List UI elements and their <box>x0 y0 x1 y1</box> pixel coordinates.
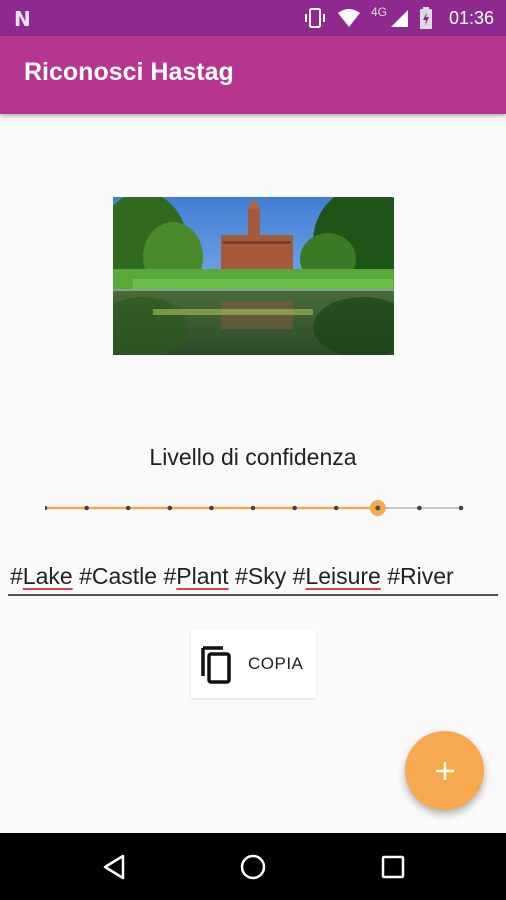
n-logo-icon: N <box>14 7 31 31</box>
home-icon <box>240 854 266 879</box>
hashtag-word: Sky <box>247 563 287 589</box>
vibrate-icon <box>304 8 325 28</box>
hashtag-word: Plant <box>176 563 229 589</box>
recents-button[interactable] <box>363 833 423 900</box>
slider-tick <box>167 505 173 511</box>
slider-tick <box>292 505 297 511</box>
hashtags-input[interactable]: #Lake #Castle #Plant #Sky #Leisure #Rive… <box>8 558 498 596</box>
back-button[interactable] <box>84 833 144 900</box>
status-time: 01:36 <box>448 7 494 28</box>
add-button[interactable] <box>405 731 484 810</box>
navigation-bar <box>0 833 506 900</box>
status-bar: N 4G 01:36 <box>0 0 506 36</box>
status-icons: 4G 01:36 <box>303 0 494 36</box>
plus-icon <box>435 761 454 780</box>
slider-tick <box>333 505 339 511</box>
slider-thumb-dot <box>375 505 381 511</box>
app-bar: Riconosci Hastag <box>0 36 506 114</box>
slider-tick <box>45 505 48 511</box>
back-icon <box>103 854 125 879</box>
castle-lake-photo <box>113 197 394 355</box>
app-title: Riconosci Hastag <box>24 58 234 86</box>
slider-tick <box>458 505 464 511</box>
copy-button-label: COPIA <box>248 654 304 673</box>
slider-tick <box>209 505 214 511</box>
copy-icon <box>201 646 231 684</box>
recents-icon <box>381 855 405 878</box>
network-type: 4G <box>370 5 387 19</box>
hashtag-word: River <box>400 563 454 589</box>
home-button[interactable] <box>223 833 283 900</box>
confidence-slider[interactable] <box>45 497 465 519</box>
copy-button[interactable]: COPIA <box>191 630 316 698</box>
slider-tick <box>84 505 89 511</box>
hashtag-word: Leisure <box>305 563 381 589</box>
slider-tick <box>250 505 256 511</box>
signal-icon <box>390 10 408 27</box>
slider-tick <box>417 505 422 511</box>
hashtag-word: Castle <box>91 563 158 589</box>
battery-charging-icon <box>419 7 432 29</box>
confidence-label: Livello di confidenza <box>149 444 357 470</box>
wifi-icon <box>337 9 360 27</box>
hashtag-word: Lake <box>22 563 73 589</box>
slider-tick <box>125 505 131 511</box>
